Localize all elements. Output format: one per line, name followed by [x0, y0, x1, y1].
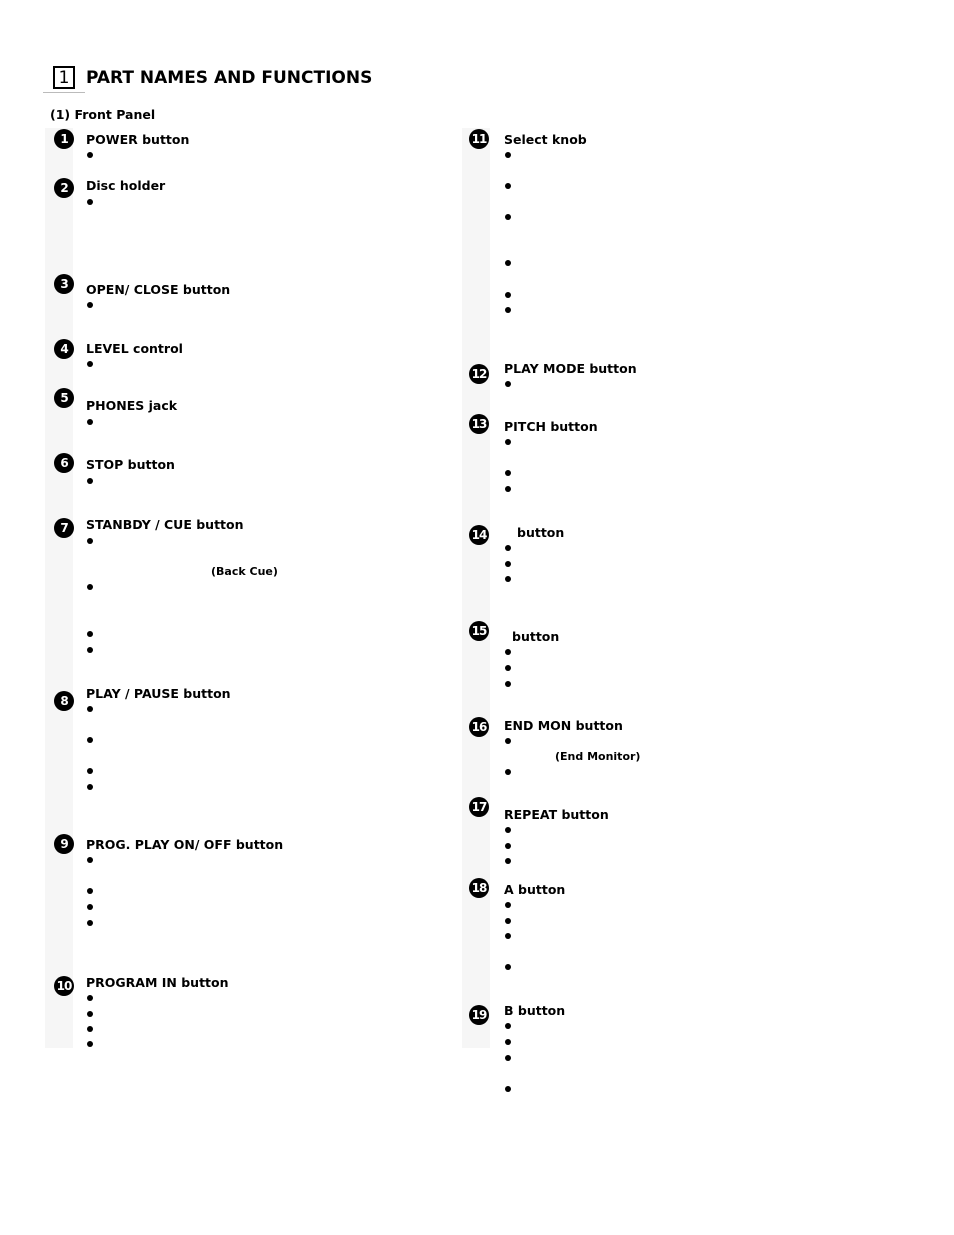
bullet [87, 152, 93, 158]
left-column-strip [45, 128, 73, 1048]
item-label: END MON button [504, 718, 623, 733]
item-label: button [512, 629, 560, 644]
bullet [87, 302, 93, 308]
item-label: button [517, 525, 565, 540]
item-label: POWER button [86, 132, 190, 147]
bullet [505, 769, 511, 775]
bullet [505, 858, 511, 864]
item-label: PHONES jack [86, 398, 178, 413]
bullet [87, 478, 93, 484]
section-title: PART NAMES AND FUNCTIONS [86, 68, 373, 88]
bullet [505, 152, 511, 158]
bullet [87, 1026, 93, 1032]
bullet [505, 1086, 511, 1092]
bullet [505, 292, 511, 298]
item-number-badge: 16 [469, 717, 489, 737]
item-number-badge: 15 [469, 621, 489, 641]
bullet [87, 419, 93, 425]
item-number-badge: 9 [54, 834, 74, 854]
item-number-badge: 17 [469, 797, 489, 817]
bullet [505, 561, 511, 567]
bullet [505, 214, 511, 220]
bullet [505, 665, 511, 671]
bullet [505, 918, 511, 924]
item-number-badge: 19 [469, 1005, 489, 1025]
item-label: REPEAT button [504, 807, 609, 822]
bullet [87, 904, 93, 910]
bullet [87, 768, 93, 774]
bullet [505, 307, 511, 313]
item-label: LEVEL control [86, 341, 183, 356]
item-label: PROG. PLAY ON/ OFF button [86, 837, 284, 852]
item-number-badge: 10 [54, 976, 74, 996]
bullet [505, 902, 511, 908]
item-number-badge: 4 [54, 339, 74, 359]
bullet [505, 260, 511, 266]
item-number-badge: 8 [54, 691, 74, 711]
item-label: PITCH button [504, 419, 598, 434]
bullet [87, 857, 93, 863]
item-label: STANBDY / CUE button [86, 517, 244, 532]
item-label: Disc holder [86, 178, 166, 193]
bullet [505, 439, 511, 445]
bullet [87, 584, 93, 590]
bullet [505, 1023, 511, 1029]
bullet [87, 647, 93, 653]
subsection-title: (1) Front Panel [50, 107, 156, 122]
bullet [505, 1039, 511, 1045]
bullet [87, 1011, 93, 1017]
bullet [505, 933, 511, 939]
item-number-badge: 5 [54, 388, 74, 408]
item-number-badge: 14 [469, 525, 489, 545]
item-number-badge: 18 [469, 878, 489, 898]
bullet [87, 995, 93, 1001]
item-note: (Back Cue) [211, 565, 278, 578]
bullet [505, 964, 511, 970]
item-number-badge: 3 [54, 274, 74, 294]
bullet [505, 827, 511, 833]
bullet [505, 1055, 511, 1061]
bullet [87, 784, 93, 790]
bullet [87, 361, 93, 367]
item-label: OPEN/ CLOSE button [86, 282, 231, 297]
item-label: PLAY MODE button [504, 361, 637, 376]
bullet [505, 738, 511, 744]
item-number-badge: 11 [469, 129, 489, 149]
item-number-badge: 7 [54, 518, 74, 538]
item-label: A button [504, 882, 566, 897]
bullet [87, 706, 93, 712]
bullet [87, 199, 93, 205]
bullet [87, 1041, 93, 1047]
bullet [87, 538, 93, 544]
item-label: Select knob [504, 132, 587, 147]
item-label: PROGRAM IN button [86, 975, 229, 990]
item-note: (End Monitor) [555, 750, 641, 763]
bullet [505, 470, 511, 476]
bullet [505, 576, 511, 582]
bullet [87, 631, 93, 637]
item-label: PLAY / PAUSE button [86, 686, 231, 701]
item-number-badge: 6 [54, 453, 74, 473]
bullet [505, 681, 511, 687]
item-number-badge: 2 [54, 178, 74, 198]
bullet [505, 183, 511, 189]
bullet [87, 737, 93, 743]
item-number-badge: 13 [469, 414, 489, 434]
bullet [505, 381, 511, 387]
bullet [87, 920, 93, 926]
bullet [505, 843, 511, 849]
item-label: STOP button [86, 457, 175, 472]
item-label: B button [504, 1003, 566, 1018]
right-column-strip [462, 128, 490, 1048]
bullet [505, 486, 511, 492]
section-number-box: 1 [53, 66, 75, 89]
section-underline [43, 92, 85, 93]
item-number-badge: 1 [54, 129, 74, 149]
bullet [505, 649, 511, 655]
bullet [505, 545, 511, 551]
bullet [87, 888, 93, 894]
item-number-badge: 12 [469, 364, 489, 384]
